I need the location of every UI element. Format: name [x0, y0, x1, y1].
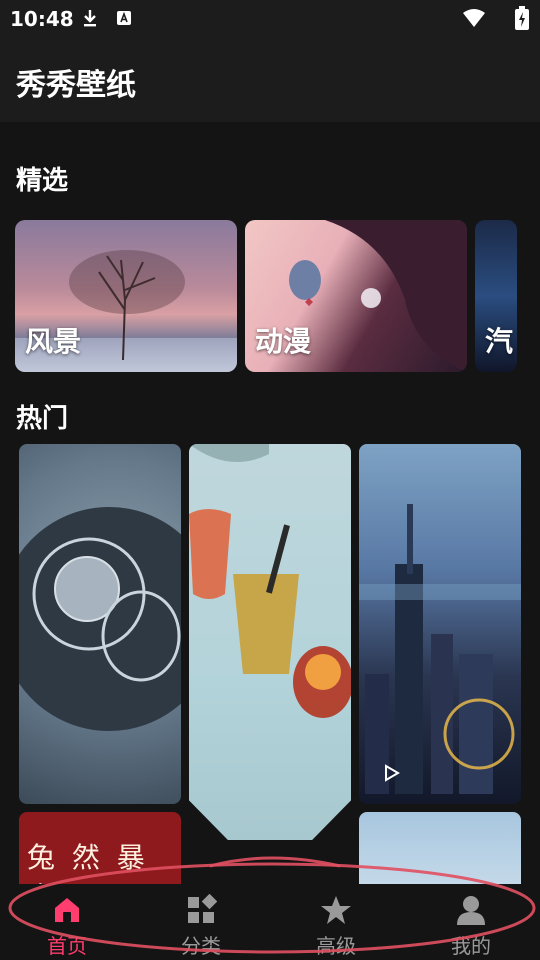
download-icon [84, 10, 96, 27]
nav-label: 高级 [316, 934, 356, 958]
nav-item-premium[interactable]: 高级 [286, 884, 386, 960]
grid-icon [188, 894, 217, 923]
wallpaper-tile-glass-plates[interactable] [19, 444, 181, 804]
battery-charging-icon [515, 6, 529, 30]
app-bar: 秀秀壁纸 [0, 36, 540, 122]
app-title: 秀秀壁纸 [16, 68, 136, 103]
status-bar: 10:48 [0, 0, 540, 36]
nav-item-home[interactable]: 首页 [17, 884, 117, 960]
home-icon [55, 898, 79, 922]
category-card-scenery[interactable]: 风景 [15, 220, 237, 372]
nav-label: 分类 [181, 934, 221, 958]
category-card-anime[interactable]: 动漫 [245, 220, 467, 372]
nav-label: 我的 [451, 934, 491, 958]
play-icon [385, 764, 400, 782]
category-card-cars[interactable]: 汽 [475, 220, 517, 372]
category-label: 汽 [485, 325, 514, 358]
section-title-hot: 热门 [16, 404, 69, 434]
city-skyline-image [359, 504, 521, 794]
nav-label: 首页 [47, 934, 87, 958]
nav-item-category[interactable]: 分类 [151, 884, 251, 960]
wallpaper-tile-calligraphy[interactable]: 兔 然 暴 富 [19, 812, 181, 892]
star-icon [321, 896, 351, 924]
status-time: 10:48 [10, 7, 74, 31]
wallpaper-tile-drinks[interactable] [189, 444, 351, 840]
wifi-icon [463, 9, 485, 27]
section-title-featured: 精选 [16, 166, 69, 196]
drinks-image [189, 444, 351, 718]
nav-item-profile[interactable]: 我的 [421, 884, 521, 960]
bottom-nav: 首页 分类 高级 我的 [0, 884, 540, 960]
category-label: 动漫 [255, 325, 312, 358]
category-label: 风景 [25, 325, 82, 358]
wallpaper-tile-sky[interactable] [359, 812, 521, 892]
user-icon [457, 896, 485, 925]
wallpaper-tile-city-night[interactable] [359, 444, 521, 804]
accessibility-a-icon [117, 11, 131, 25]
glass-plates-image [19, 507, 181, 731]
